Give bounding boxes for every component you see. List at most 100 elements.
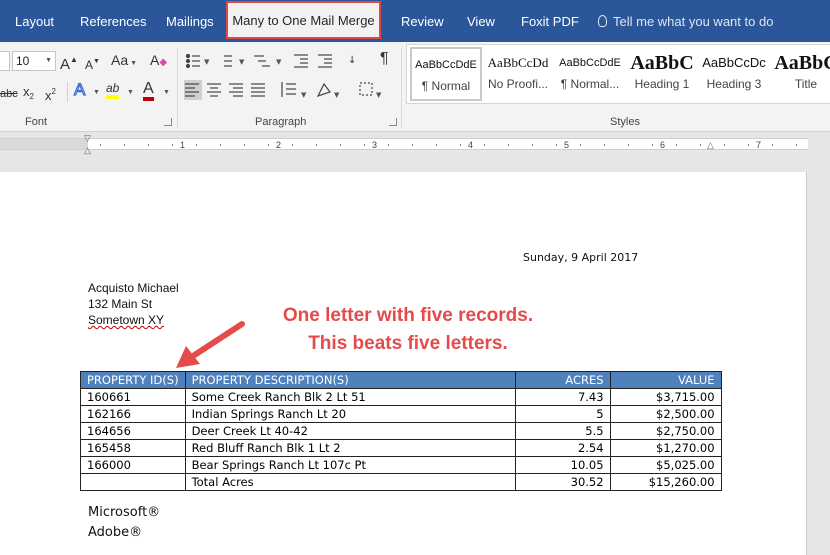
style-name: ¶ Normal [421, 79, 471, 93]
clear-formatting-icon[interactable]: A◆ [150, 52, 167, 71]
style-heading-1[interactable]: AaBbC Heading 1 [626, 47, 698, 101]
styles-group-label: Styles [610, 116, 640, 128]
style-name: Heading 3 [706, 77, 762, 91]
ruler-number: 1 [180, 140, 186, 150]
table-cell: Some Creek Ranch Blk 2 Lt 51 [184, 388, 516, 406]
ruler-bar: 1 2 3 4 5 6 7 [0, 138, 808, 150]
ruler-tick [796, 144, 797, 146]
table-cell: Indian Springs Ranch Lt 20 [184, 405, 516, 423]
style-heading-3[interactable]: AaBbCcDc Heading 3 [698, 47, 770, 101]
shading-icon [316, 82, 331, 98]
show-hide-marks-icon[interactable]: ¶ [380, 51, 389, 67]
first-line-indent-handle[interactable]: ▽ [84, 133, 91, 143]
table-row: 164656 Deer Creek Lt 40-42 5.5 $2,750.00 [80, 422, 722, 440]
ruler-tick [316, 144, 317, 146]
style-normal-2[interactable]: AaBbCcDdE ¶ Normal... [554, 47, 626, 101]
paragraph-dialog-launcher-icon[interactable] [389, 118, 397, 126]
font-dialog-launcher-icon[interactable] [164, 118, 172, 126]
group-separator [177, 48, 178, 128]
ruler-number: 7 [756, 140, 762, 150]
ruler-number: 2 [276, 140, 282, 150]
highlight-color-icon[interactable]: ab [106, 81, 120, 99]
change-case-glyph: Aa [111, 52, 129, 68]
document-page[interactable] [0, 172, 807, 555]
change-case-icon[interactable]: Aa ▼ [111, 52, 137, 72]
annotation-callout: One letter with five records. This beats… [258, 302, 558, 358]
table-cell: Deer Creek Lt 40-42 [184, 422, 516, 440]
superscript-icon[interactable]: x2 [45, 84, 56, 104]
font-group-label: Font [25, 116, 48, 128]
chevron-down-icon[interactable]: ▼ [163, 89, 170, 96]
paragraph-group-label: Paragraph [255, 116, 307, 128]
ruler-tick [628, 144, 629, 146]
subscript-2: 2 [29, 92, 34, 101]
ruler-tick [244, 144, 245, 146]
ruler-tick [460, 144, 461, 146]
shrink-font-icon[interactable]: A▼ [85, 54, 100, 73]
svg-text:▼: ▼ [204, 58, 210, 66]
table-cell: 30.52 [514, 473, 611, 491]
table-cell: $2,500.00 [609, 405, 722, 423]
table-cell: 2.54 [514, 439, 611, 457]
column-header: PROPERTY ID(S) [80, 371, 186, 389]
table-cell: Bear Springs Ranch Lt 107c Pt [184, 456, 516, 474]
style-name: No Proofi... [487, 77, 549, 91]
chevron-down-icon[interactable]: ▼ [127, 89, 134, 96]
tab-mailings[interactable]: Mailings [166, 0, 214, 42]
ruler-tick [724, 144, 725, 146]
table-cell: 7.43 [514, 388, 611, 406]
tell-me-label: Tell me what you want to do [613, 14, 774, 29]
align-left-icon [184, 80, 202, 100]
superscript-2: 2 [51, 87, 56, 96]
ruler-tick [484, 144, 485, 146]
bullets-icon [185, 53, 200, 69]
table-cell: 5 [514, 405, 611, 423]
style-preview: AaBbCcDdE [415, 59, 477, 71]
tab-references[interactable]: References [80, 0, 146, 42]
line-spacing-icon [281, 82, 296, 97]
horizontal-ruler[interactable]: 1 2 3 4 5 6 7 ▽ △ △ [0, 133, 830, 155]
font-size-dropdown[interactable]: 10 ▼ [12, 51, 56, 71]
chevron-down-icon: ▼ [130, 60, 138, 67]
tab-view[interactable]: View [467, 0, 495, 42]
ruler-number: 5 [564, 140, 570, 150]
sort-icon: ↓ [348, 55, 356, 66]
style-normal[interactable]: AaBbCcDdE ¶ Normal [410, 47, 482, 101]
table-row: 162166 Indian Springs Ranch Lt 20 5 $2,5… [80, 405, 722, 423]
grow-font-icon[interactable]: A▲ [60, 52, 78, 73]
subscript-icon[interactable]: x2 [23, 84, 34, 105]
ruler-tick [292, 144, 293, 146]
svg-text:▼: ▼ [376, 91, 382, 99]
column-header: ACRES [514, 371, 611, 389]
tell-me-search[interactable]: Tell me what you want to do [598, 0, 773, 42]
style-name: Heading 1 [634, 77, 690, 91]
ruler-tick [124, 144, 125, 146]
align-center-icon [207, 83, 221, 97]
text-effects-icon[interactable]: A [73, 80, 86, 98]
ruler-number: 6 [660, 140, 666, 150]
style-no-spacing[interactable]: AaBbCcDd No Proofi... [482, 47, 554, 101]
font-name-dropdown[interactable] [0, 51, 10, 71]
ruler-tick [196, 144, 197, 146]
tab-many-to-one-mail-merge[interactable]: Many to One Mail Merge [226, 1, 381, 39]
table-cell: $2,750.00 [609, 422, 722, 440]
ruler-tick [532, 144, 533, 146]
tab-layout[interactable]: Layout [15, 0, 54, 42]
strikethrough-icon[interactable]: abc [0, 86, 18, 102]
tab-foxit-pdf[interactable]: Foxit PDF [521, 0, 579, 42]
table-row: 160661 Some Creek Ranch Blk 2 Lt 51 7.43… [80, 388, 722, 406]
ruler-tick [172, 144, 173, 146]
chevron-down-icon[interactable]: ▼ [93, 89, 100, 96]
style-title[interactable]: AaBbC Title [770, 47, 830, 101]
address-street: 132 Main St [88, 297, 153, 311]
styles-gallery: AaBbCcDdE ¶ Normal AaBbCcDd No Proofi...… [406, 44, 830, 104]
font-color-icon[interactable]: A [143, 80, 154, 101]
justify-icon [251, 83, 265, 97]
hanging-indent-handle[interactable]: △ [84, 145, 91, 155]
right-indent-handle[interactable]: △ [707, 140, 714, 150]
ruler-tick [268, 144, 269, 146]
numbering-icon [224, 55, 232, 67]
tab-review[interactable]: Review [401, 0, 444, 42]
chevron-down-icon: ▼ [45, 57, 52, 64]
trademark-adobe: Adobe® [88, 525, 143, 540]
